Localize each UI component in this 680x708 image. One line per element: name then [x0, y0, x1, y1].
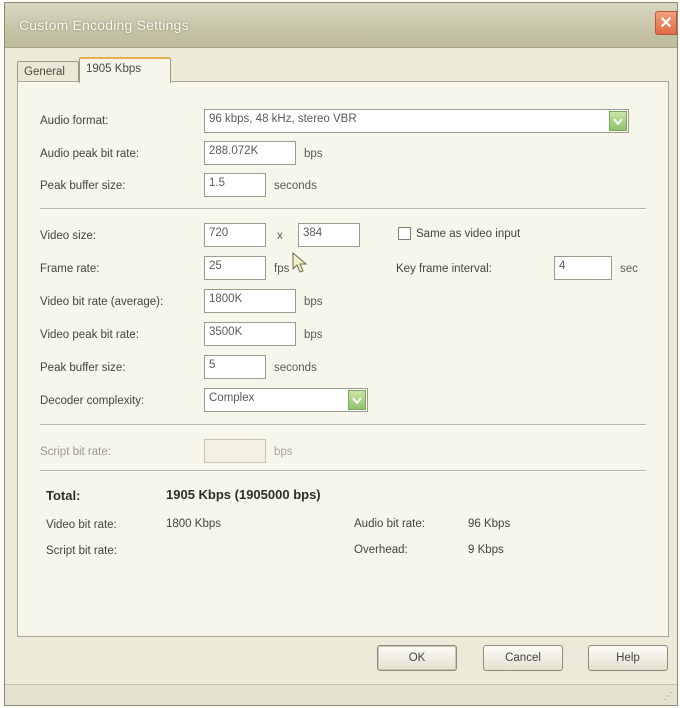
- video-size-separator: x: [277, 230, 283, 242]
- tab-1905-kbps[interactable]: 1905 Kbps: [79, 57, 171, 83]
- chevron-down-icon[interactable]: [609, 111, 627, 131]
- video-peak-buffer-unit: seconds: [274, 362, 317, 374]
- total-value: 1905 Kbps (1905000 bps): [166, 487, 321, 502]
- key-frame-interval-unit: sec: [620, 263, 638, 275]
- audio-peak-buffer-input[interactable]: 1.5: [204, 173, 266, 197]
- chevron-down-icon[interactable]: [348, 390, 366, 410]
- audio-peak-buffer-label: Peak buffer size:: [40, 180, 126, 192]
- ok-button[interactable]: OK: [377, 645, 457, 671]
- section-divider: [40, 208, 646, 210]
- video-height-input[interactable]: 384: [298, 223, 360, 247]
- audio-peak-bit-rate-label: Audio peak bit rate:: [40, 148, 140, 160]
- resize-grip-icon[interactable]: ⋰: [663, 691, 673, 702]
- frame-rate-label: Frame rate:: [40, 263, 100, 275]
- cancel-button[interactable]: Cancel: [483, 645, 563, 671]
- tab-panel: Audio format: 96 kbps, 48 kHz, stereo VB…: [17, 81, 669, 637]
- help-button[interactable]: Help: [588, 645, 668, 671]
- summary-audio-bit-rate-value: 96 Kbps: [468, 518, 511, 530]
- script-bit-rate-label: Script bit rate:: [40, 446, 111, 458]
- mouse-cursor-icon: [292, 252, 308, 273]
- video-peak-bit-rate-label: Video peak bit rate:: [40, 329, 139, 341]
- video-peak-buffer-input[interactable]: 5: [204, 355, 266, 379]
- close-button[interactable]: ✕: [655, 11, 677, 35]
- video-peak-bit-rate-unit: bps: [304, 329, 323, 341]
- summary-overhead-value: 9 Kbps: [468, 544, 504, 556]
- same-as-input-checkbox[interactable]: [398, 227, 411, 240]
- audio-format-value: 96 kbps, 48 kHz, stereo VBR: [209, 113, 357, 125]
- summary-overhead-label: Overhead:: [354, 544, 408, 556]
- video-bit-rate-avg-label: Video bit rate (average):: [40, 296, 164, 308]
- audio-peak-bit-rate-input[interactable]: 288.072K: [204, 141, 296, 165]
- script-bit-rate-input[interactable]: [204, 439, 266, 463]
- video-width-input[interactable]: 720: [204, 223, 266, 247]
- frame-rate-unit: fps: [274, 263, 290, 275]
- window-title: Custom Encoding Settings: [19, 17, 189, 33]
- total-label: Total:: [46, 488, 81, 503]
- summary-video-bit-rate-value: 1800 Kbps: [166, 518, 221, 530]
- decoder-complexity-value: Complex: [209, 392, 255, 404]
- tab-general[interactable]: General: [17, 61, 79, 82]
- video-size-label: Video size:: [40, 230, 97, 242]
- summary-script-bit-rate-label: Script bit rate:: [46, 545, 117, 557]
- decoder-complexity-dropdown[interactable]: Complex: [204, 388, 368, 412]
- audio-peak-bit-rate-unit: bps: [304, 148, 323, 160]
- video-bit-rate-avg-input[interactable]: 1800K: [204, 289, 296, 313]
- custom-encoding-dialog: Custom Encoding Settings ✕ General 1905 …: [4, 2, 678, 706]
- decoder-complexity-label: Decoder complexity:: [40, 395, 145, 407]
- summary-video-bit-rate-label: Video bit rate:: [46, 519, 117, 531]
- status-bar: ⋰: [5, 684, 677, 705]
- audio-format-label: Audio format:: [40, 115, 109, 127]
- audio-peak-buffer-unit: seconds: [274, 180, 317, 192]
- video-peak-buffer-label: Peak buffer size:: [40, 362, 126, 374]
- key-frame-interval-input[interactable]: 4: [554, 256, 612, 280]
- title-bar[interactable]: Custom Encoding Settings ✕: [5, 3, 677, 48]
- summary-audio-bit-rate-label: Audio bit rate:: [354, 518, 425, 530]
- script-bit-rate-unit: bps: [274, 446, 293, 458]
- section-divider: [40, 424, 646, 426]
- audio-format-dropdown[interactable]: 96 kbps, 48 kHz, stereo VBR: [204, 109, 629, 133]
- key-frame-interval-label: Key frame interval:: [396, 263, 492, 275]
- video-peak-bit-rate-input[interactable]: 3500K: [204, 322, 296, 346]
- section-divider: [40, 470, 646, 472]
- video-bit-rate-avg-unit: bps: [304, 296, 323, 308]
- frame-rate-input[interactable]: 25: [204, 256, 266, 280]
- same-as-input-label: Same as video input: [416, 228, 521, 240]
